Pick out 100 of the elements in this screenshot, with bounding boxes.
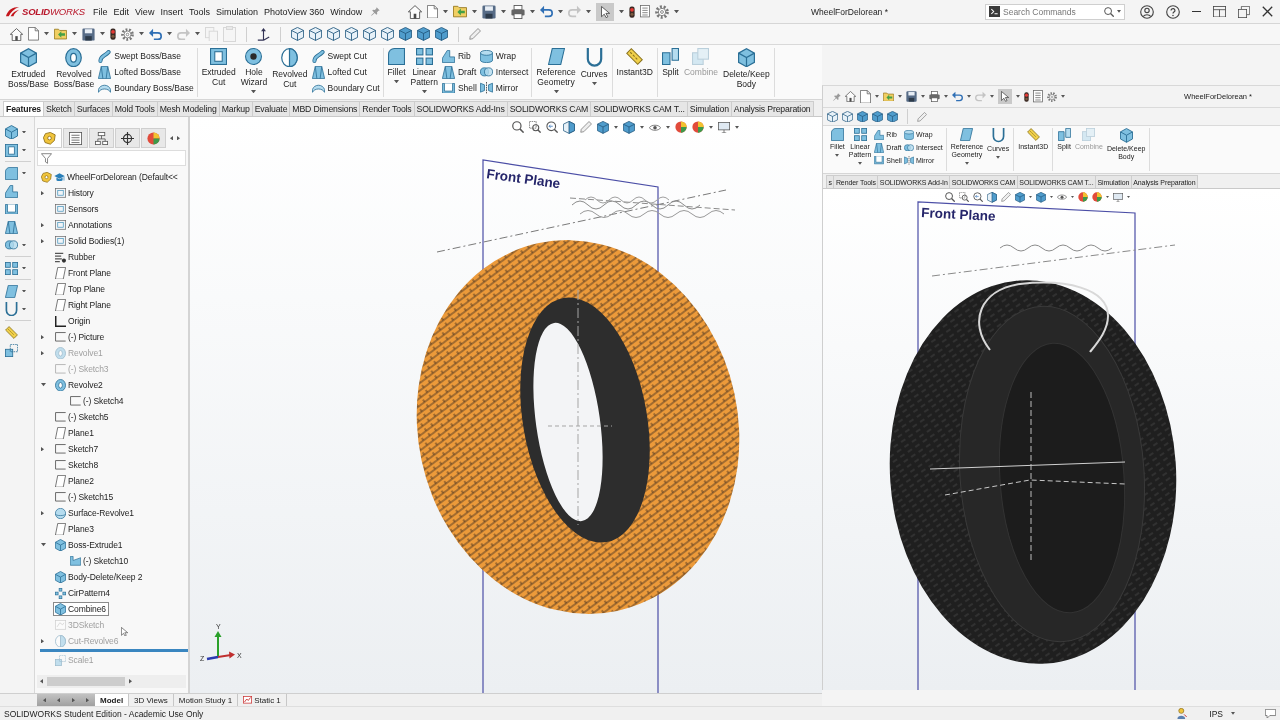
tree-item[interactable]: WheelForDelorean (Default<< (39, 170, 181, 184)
home-icon[interactable] (408, 4, 422, 19)
tool-button[interactable]: Lofted Boss/Base (98, 64, 194, 80)
caret-left-icon[interactable] (170, 135, 173, 141)
rib-icon[interactable] (5, 184, 18, 198)
tree-item[interactable]: (-) Sketch5 (53, 410, 112, 424)
horizontal-scrollbar[interactable] (37, 675, 186, 688)
tab[interactable]: SOLIDWORKS CAM T... (590, 101, 688, 116)
caret-right-icon[interactable] (86, 697, 90, 703)
caret-icon[interactable] (586, 9, 591, 14)
list-icon[interactable] (640, 5, 650, 18)
caret-icon[interactable] (964, 162, 969, 165)
tool-button[interactable]: Mirror (479, 80, 529, 96)
tool-button[interactable]: Swept Boss/Base (98, 48, 194, 64)
overlapping-circles-icon[interactable] (5, 240, 18, 250)
caret-icon[interactable] (1231, 712, 1235, 715)
cube-outline-icon[interactable] (827, 110, 838, 123)
curve-icon[interactable] (5, 301, 18, 317)
tree-item[interactable]: Plane3 (53, 522, 97, 536)
list-icon[interactable] (1033, 90, 1043, 103)
tool-button[interactable]: Draft (441, 64, 477, 80)
traffic-light-icon[interactable] (629, 5, 635, 18)
caret-icon[interactable] (530, 9, 535, 14)
caret-icon[interactable] (443, 9, 448, 14)
menu-item[interactable]: View (132, 4, 158, 19)
caret-icon[interactable] (22, 307, 26, 311)
color-wheel-icon[interactable] (692, 121, 704, 134)
caret-icon[interactable] (614, 126, 618, 129)
tool-button[interactable]: Hole Wizard (239, 48, 269, 96)
grid-icon[interactable] (5, 261, 18, 275)
gear-icon[interactable] (121, 27, 134, 41)
undo-icon[interactable] (952, 91, 963, 102)
menu-item[interactable]: Tools (185, 4, 213, 19)
tree-item[interactable]: Origin (53, 314, 94, 328)
caret-icon[interactable] (44, 32, 49, 36)
caret-icon[interactable] (709, 126, 713, 129)
caret-icon[interactable] (421, 90, 427, 94)
person-icon[interactable] (1177, 707, 1188, 720)
color-wheel-icon[interactable] (675, 121, 687, 134)
tool-button[interactable]: Intersect (479, 64, 529, 80)
caret-icon[interactable] (558, 9, 563, 14)
tree-item[interactable]: (-) Sketch15 (53, 490, 117, 504)
color-wheel-icon[interactable] (1078, 192, 1088, 203)
caret-right-icon[interactable] (41, 238, 44, 244)
caret-icon[interactable] (139, 32, 144, 36)
save-icon[interactable] (482, 4, 496, 19)
panel-tab[interactable] (115, 128, 140, 148)
tool-button[interactable]: Boundary Cut (311, 80, 380, 96)
caret-right-icon[interactable] (41, 446, 44, 452)
tree-item[interactable]: Solid Bodies(1) (53, 234, 128, 248)
tree-item[interactable]: Sensors (53, 202, 102, 216)
caret-icon[interactable] (996, 155, 1001, 159)
tool-button[interactable]: Swept Cut (311, 48, 380, 64)
menu-item[interactable]: Simulation (212, 4, 261, 19)
undo-icon[interactable] (540, 5, 553, 18)
search-icon[interactable] (945, 192, 955, 203)
help-icon[interactable] (1166, 4, 1180, 19)
caret-icon[interactable] (22, 148, 26, 152)
tree-item[interactable]: (-) Sketch4 (68, 394, 127, 408)
panel-tab[interactable] (89, 128, 114, 148)
caret-icon[interactable] (1029, 196, 1032, 199)
cut-block-icon[interactable] (5, 143, 18, 157)
clipboard-icon[interactable] (223, 26, 236, 42)
caret-right-icon[interactable] (129, 679, 132, 684)
tree-item[interactable]: History (53, 186, 97, 200)
caret-right-icon[interactable] (41, 222, 44, 228)
tool-button[interactable]: Revolved Boss/Base (52, 48, 96, 90)
cube-icon[interactable] (417, 27, 430, 41)
tool-button[interactable]: Shell (441, 80, 477, 96)
restore-icon[interactable] (1238, 5, 1250, 18)
section-cube-icon[interactable] (563, 121, 575, 134)
caret-icon[interactable] (591, 82, 597, 86)
caret-right-icon[interactable] (71, 697, 75, 703)
caret-icon[interactable] (674, 9, 679, 14)
pin-icon[interactable] (371, 7, 381, 16)
caret-icon[interactable] (167, 32, 172, 36)
caret-left-icon[interactable] (57, 697, 61, 703)
cube-outline-icon[interactable] (381, 27, 394, 41)
caret-icon[interactable] (944, 95, 948, 98)
pin-icon[interactable] (833, 92, 841, 101)
cube-icon[interactable] (435, 27, 448, 41)
search-icon[interactable] (512, 121, 524, 134)
cube-outline-icon[interactable] (345, 27, 358, 41)
caret-icon[interactable] (22, 289, 26, 293)
caret-down-icon[interactable] (41, 543, 46, 547)
caret-icon[interactable] (875, 95, 879, 98)
cube-outline-icon[interactable] (309, 27, 322, 41)
tree-item[interactable]: Combine6 (53, 602, 109, 616)
box-icon[interactable] (5, 124, 18, 140)
tool-button[interactable]: Extruded Cut (200, 48, 237, 87)
tree-item[interactable]: Boss-Extrude1 (53, 538, 126, 552)
tree-item[interactable]: Revolve2 (53, 378, 106, 392)
tool-button[interactable]: Rib (441, 48, 477, 64)
menu-item[interactable]: Insert (157, 4, 186, 19)
cube-icon[interactable] (1036, 192, 1046, 203)
caret-right-icon[interactable] (41, 638, 44, 644)
caret-right-icon[interactable] (41, 350, 44, 356)
caret-icon[interactable] (100, 32, 105, 36)
tree-item[interactable]: Front Plane (53, 266, 114, 280)
traffic-light-icon[interactable] (110, 28, 116, 40)
